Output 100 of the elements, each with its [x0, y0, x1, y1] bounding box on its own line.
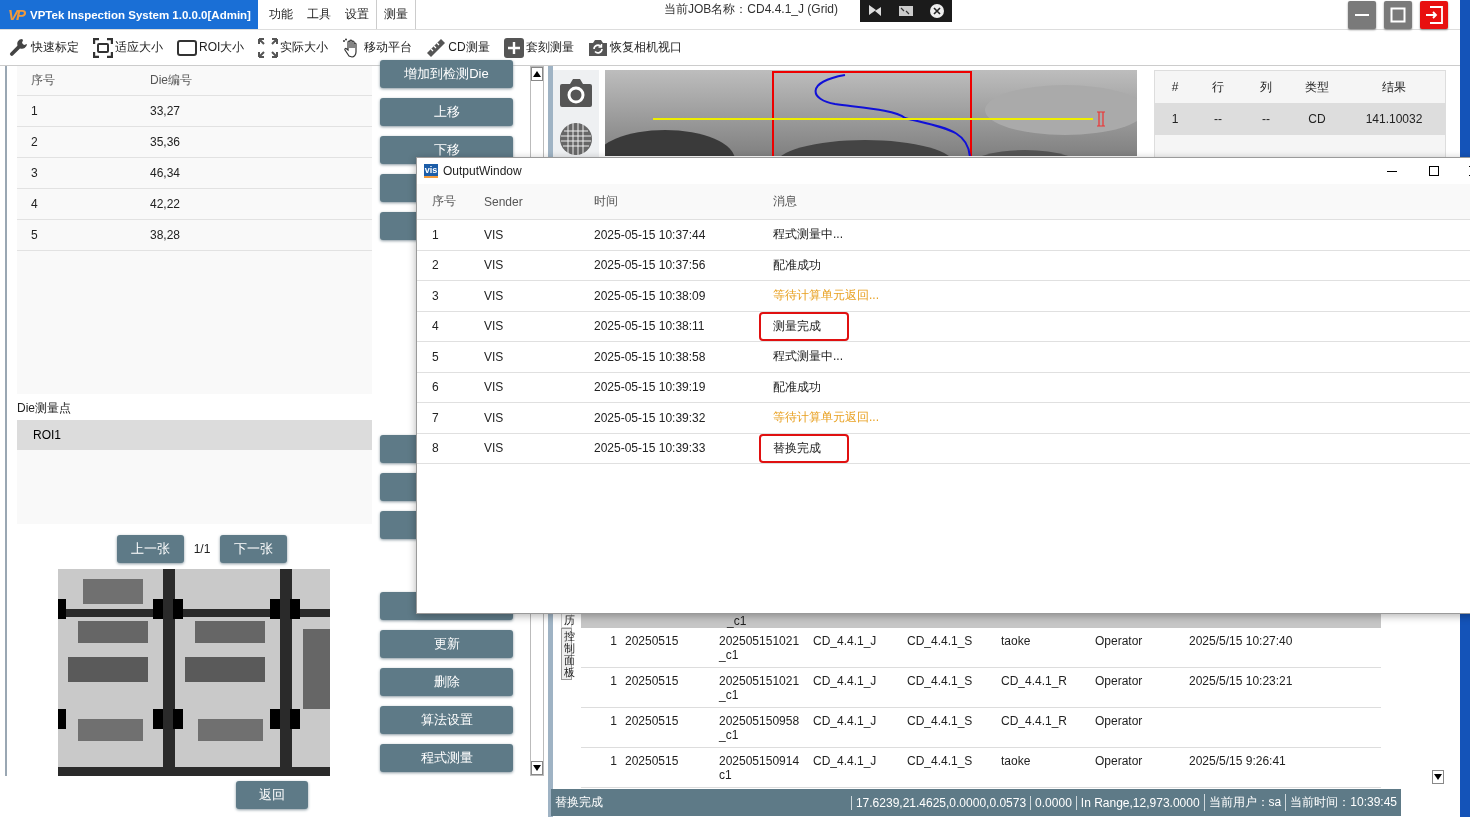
table-cell-text: 202505150914 c1 [719, 754, 801, 784]
menu-tab[interactable]: 测量 [376, 0, 416, 29]
action-button[interactable]: 程式测量 [380, 744, 513, 772]
table-cell-text: 38,28 [150, 228, 182, 242]
status-field: 17.6239,21.4625,0.0000,0.0573 [850, 795, 1031, 810]
log-message: 程式测量中... [773, 226, 843, 244]
table-cell-text: CD_4.4.1_S [907, 714, 974, 730]
table-cell-text: 2025-05-15 10:37:44 [594, 227, 707, 242]
table-cell-text: 202505150958 _c1 [719, 714, 801, 744]
table-cell-text: Operator [1095, 674, 1144, 690]
toolbar-button[interactable]: CD测量 [426, 37, 490, 58]
table-cell-text: -- [1261, 112, 1271, 126]
column-header: 消息 [773, 193, 798, 210]
table-cell-text: VIS [484, 288, 505, 303]
table-cell-text: 1 [432, 227, 440, 242]
wrench-icon [9, 37, 29, 58]
column-header: 行 [1211, 78, 1225, 96]
exit-button[interactable] [1420, 1, 1448, 29]
section-label: Die测量点 [17, 400, 72, 416]
column-header: # [1170, 80, 1180, 94]
table-cell-text: 42,22 [150, 197, 182, 211]
column-header: 序号 [432, 193, 457, 210]
status-field: 当前用户：sa [1203, 794, 1286, 811]
table-cell-text: 1 [609, 674, 618, 690]
exit-icon [1425, 6, 1443, 24]
rectangle-icon [177, 37, 197, 58]
toolbar-button[interactable]: 实际大小 [258, 37, 329, 58]
action-button[interactable]: 上移 [380, 98, 513, 126]
table-cell-text: 6 [432, 380, 440, 395]
column-header: 列 [1259, 78, 1273, 96]
toolbar-button[interactable]: 快速标定 [9, 37, 79, 58]
toolbar-button[interactable]: 移动平台 [342, 37, 413, 58]
camera-icon[interactable] [559, 78, 593, 108]
table-cell-text: CD_4.4.1_S [907, 754, 974, 770]
previous-button[interactable]: 上一张 [116, 535, 184, 563]
table-cell-text: 2025-05-15 10:38:11 [594, 319, 706, 334]
app-title: VPTek Inspection System 1.0.0.0[Admin] [30, 8, 251, 21]
column-header: Die编号 [150, 72, 193, 89]
highlighted-message: 测量完成 [759, 311, 849, 341]
menu-tab[interactable]: 工具 [300, 0, 338, 29]
minimize-icon [1355, 14, 1369, 16]
next-button[interactable]: 下一张 [220, 535, 288, 563]
action-button[interactable]: 增加到检测Die [380, 60, 513, 88]
back-button[interactable]: 返回 [236, 781, 308, 809]
table-cell-text: 2025/5/15 9:26:41 [1189, 754, 1287, 770]
expand-icon [258, 37, 279, 58]
column-header: 结果 [1381, 78, 1407, 96]
log-message: 等待计算单元返回... [773, 287, 879, 305]
column-header: Sender [484, 194, 524, 209]
table-cell-text: 1 [31, 104, 39, 118]
toolbar-button[interactable]: 套刻测量 [503, 37, 574, 58]
action-button[interactable]: 删除 [380, 668, 513, 696]
toolbar-button[interactable]: ROI大小 [177, 37, 245, 58]
table-cell-text: VIS [484, 349, 505, 364]
table-cell-text: CD_4.4.1_J [813, 714, 878, 730]
minimize-button[interactable] [1348, 1, 1376, 29]
table-cell-text: VIS [484, 380, 505, 395]
column-header: 类型 [1304, 78, 1330, 96]
table-cell-text: 7 [432, 410, 440, 425]
maximize-icon [1390, 7, 1406, 23]
table-cell-text: 8 [432, 441, 440, 456]
scroll-up-icon[interactable] [531, 67, 543, 81]
fit-frame-icon [93, 37, 113, 58]
status-field: In Range,12,973.0000 [1075, 795, 1204, 810]
table-cell-text: 2025-05-15 10:39:19 [594, 380, 707, 395]
column-header: 序号 [31, 72, 56, 89]
action-button[interactable]: 更新 [380, 630, 513, 658]
table-cell-text: CD_4.4.1_J [813, 754, 878, 770]
table-cell-text: CD_4.4.1_S [907, 634, 974, 650]
column-header: 时间 [594, 193, 619, 210]
table-cell-text: 3 [31, 166, 39, 180]
toolbar-button[interactable]: 适应大小 [93, 37, 163, 58]
action-button[interactable]: 算法设置 [380, 706, 513, 734]
toolbar-button[interactable]: 恢复相机视口 [587, 37, 682, 58]
table-cell-text: VIS [484, 319, 505, 334]
table-cell-text: 35,36 [150, 135, 182, 149]
table-cell-text: 20250515 [625, 674, 680, 690]
table-cell: _c1 [727, 614, 747, 628]
minimize-icon [1387, 170, 1397, 172]
table-cell-text: CD [1307, 112, 1327, 126]
table-cell-text: 2025-05-15 10:37:56 [594, 258, 707, 273]
table-cell-text: CD_4.4.1_R [1001, 674, 1069, 690]
table-cell-text: 2025-05-15 10:38:09 [594, 288, 707, 303]
menu-tab[interactable]: 功能 [262, 0, 300, 29]
table-cell-text: VIS [484, 410, 505, 425]
table-cell-text: 2025-05-15 10:39:32 [594, 410, 707, 425]
scroll-down-icon[interactable] [1432, 770, 1444, 784]
status-field: 0.0000 [1030, 795, 1076, 810]
list-item[interactable]: ROI1 [17, 420, 372, 450]
grid-sphere-icon[interactable] [559, 122, 593, 156]
table-cell-text: 5 [31, 228, 39, 242]
close-icon[interactable] [929, 4, 944, 18]
table-cell-text: 1 [1170, 112, 1180, 126]
table-cell-text: 2025/5/15 10:27:40 [1189, 634, 1294, 650]
status-message: 替换完成 [555, 794, 604, 811]
table-cell-text: CD_4.4.1_S [907, 674, 974, 690]
scroll-down-icon[interactable] [531, 761, 543, 775]
resize-icon[interactable] [899, 4, 913, 18]
table-cell-text: 141.10032 [1364, 112, 1424, 126]
menu-tab[interactable]: 设置 [338, 0, 376, 29]
